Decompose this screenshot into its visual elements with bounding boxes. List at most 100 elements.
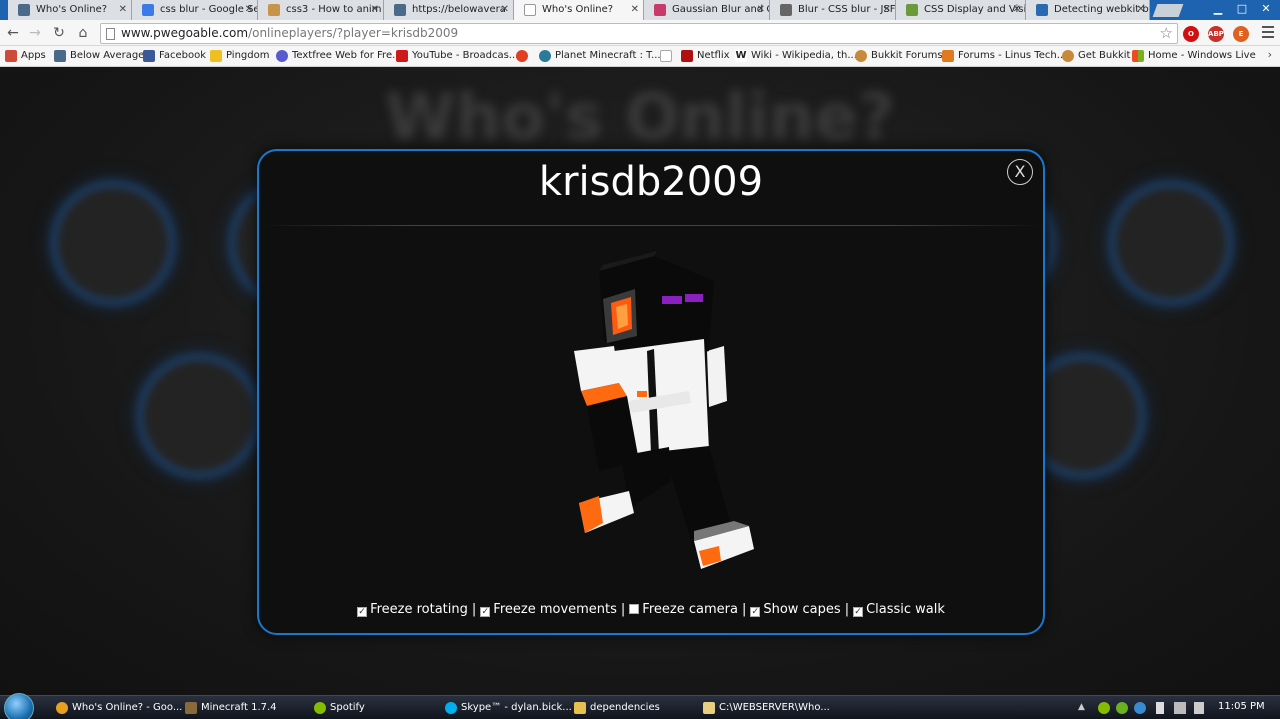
bookmark-windows-live[interactable]: Home - Windows Live bbox=[1132, 49, 1256, 63]
url-path: /onlineplayers/?player=krisdb2009 bbox=[248, 26, 459, 40]
home-button[interactable]: ⌂ bbox=[74, 24, 92, 42]
taskbar-item-spotify[interactable]: Spotify bbox=[312, 698, 365, 718]
bookmark-label: YouTube - Broadcas... bbox=[412, 50, 519, 61]
tray-icon[interactable] bbox=[1134, 702, 1146, 714]
option-label: Classic walk bbox=[866, 602, 945, 617]
bookmark-planet-minecraft[interactable]: Planet Minecraft : T... bbox=[539, 49, 661, 63]
browser-tab-active[interactable]: Who's Online? ✕ bbox=[514, 0, 644, 20]
checkbox-unchecked[interactable] bbox=[629, 604, 640, 614]
page-title-blurred: Who's Online? bbox=[384, 81, 896, 155]
browser-tab[interactable]: css3 - How to anim ✕ bbox=[258, 0, 384, 20]
back-button[interactable]: ← bbox=[4, 24, 22, 42]
player-modal: krisdb2009 X ✓ Freeze rotating | ✓ Freez… bbox=[257, 149, 1045, 635]
bookmark-pingdom[interactable]: Pingdom bbox=[210, 49, 269, 63]
close-tab-icon[interactable]: ✕ bbox=[119, 0, 127, 20]
tab-title: css3 - How to anim bbox=[286, 4, 382, 15]
browser-tab[interactable]: Who's Online? ✕ bbox=[8, 0, 132, 20]
browser-tab[interactable]: css blur - Google Se ✕ bbox=[132, 0, 258, 20]
taskbar-item-skype[interactable]: Skype™ - dylan.bick... bbox=[443, 698, 572, 718]
bookmark-apps[interactable]: Apps bbox=[5, 49, 46, 63]
bookmark-label: Apps bbox=[21, 50, 46, 61]
browser-tab[interactable]: CSS Display and Visi ✕ bbox=[896, 0, 1026, 20]
browser-tab[interactable]: Detecting webkit br ✕ bbox=[1026, 0, 1150, 20]
windows-icon bbox=[1132, 50, 1144, 62]
close-tab-icon[interactable]: ✕ bbox=[501, 0, 509, 20]
close-tab-icon[interactable]: ✕ bbox=[1013, 0, 1021, 20]
close-tab-icon[interactable]: ✕ bbox=[245, 0, 253, 20]
taskbar-item-chrome[interactable]: Who's Online? - Goo... bbox=[54, 698, 182, 718]
player-name: krisdb2009 bbox=[538, 159, 764, 205]
minimize-button[interactable]: ▁ bbox=[1206, 0, 1230, 20]
new-tab-button[interactable] bbox=[1152, 4, 1184, 17]
browser-tab[interactable]: https://belowavera ✕ bbox=[384, 0, 514, 20]
option-show-capes[interactable]: ✓ Show capes bbox=[750, 602, 841, 617]
address-bar[interactable]: www.pwegoable.com/onlineplayers/?player=… bbox=[100, 23, 1178, 44]
bookmark-below-average[interactable]: Below Average bbox=[54, 49, 144, 63]
option-freeze-camera[interactable]: Freeze camera bbox=[629, 602, 738, 617]
close-tab-icon[interactable]: ✕ bbox=[883, 0, 891, 20]
taskbar-label: dependencies bbox=[590, 702, 660, 713]
bookmark-facebook[interactable]: Facebook bbox=[143, 49, 206, 63]
bookmark-wikipedia[interactable]: W Wiki - Wikipedia, th... bbox=[735, 49, 857, 63]
spotify-tray-icon[interactable] bbox=[1098, 702, 1110, 714]
bookmark-linus-tech[interactable]: Forums - Linus Tech... bbox=[942, 49, 1066, 63]
tray-icon[interactable] bbox=[1116, 702, 1128, 714]
checkbox-checked[interactable]: ✓ bbox=[750, 607, 761, 617]
taskbar-item-minecraft[interactable]: Minecraft 1.7.4 bbox=[183, 698, 277, 718]
show-hidden-icons[interactable]: ▲ bbox=[1078, 702, 1090, 714]
option-freeze-rotating[interactable]: ✓ Freeze rotating bbox=[357, 602, 468, 617]
bookmark-bukkit-forums[interactable]: Bukkit Forums bbox=[855, 49, 943, 63]
tab-title: Who's Online? bbox=[36, 4, 108, 15]
close-modal-button[interactable]: X bbox=[1007, 159, 1033, 185]
player-avatar-blurred[interactable] bbox=[136, 353, 262, 479]
adblock-plus-icon[interactable]: ABP bbox=[1208, 26, 1224, 42]
checkbox-checked[interactable]: ✓ bbox=[853, 607, 864, 617]
option-classic-walk[interactable]: ✓ Classic walk bbox=[853, 602, 945, 617]
option-freeze-movements[interactable]: ✓ Freeze movements bbox=[480, 602, 617, 617]
pinterest-icon bbox=[654, 4, 666, 16]
forward-button[interactable]: → bbox=[26, 24, 44, 42]
browser-toolbar: ← → ↻ ⌂ www.pwegoable.com/onlineplayers/… bbox=[0, 20, 1280, 46]
stackoverflow-icon bbox=[268, 4, 280, 16]
flag-icon[interactable] bbox=[1156, 702, 1164, 714]
option-label: Freeze movements bbox=[493, 602, 617, 617]
player-avatar-blurred[interactable] bbox=[1108, 180, 1234, 306]
network-icon[interactable] bbox=[1174, 702, 1186, 714]
wikipedia-icon: W bbox=[735, 50, 747, 62]
close-window-button[interactable]: ✕ bbox=[1254, 0, 1278, 20]
bookmark-netflix[interactable]: Netflix bbox=[681, 49, 730, 63]
bookmark-label: Textfree Web for Fre... bbox=[292, 50, 402, 61]
volume-icon[interactable] bbox=[1194, 702, 1204, 714]
player-avatar-blurred[interactable] bbox=[50, 180, 176, 306]
clock[interactable]: 11:05 PM bbox=[1218, 701, 1265, 712]
bookmark-label: Bukkit Forums bbox=[871, 50, 943, 61]
chrome-menu-icon[interactable] bbox=[1262, 26, 1274, 40]
separator: | bbox=[844, 602, 850, 617]
close-tab-icon[interactable]: ✕ bbox=[371, 0, 379, 20]
taskbar-item-explorer[interactable]: dependencies bbox=[572, 698, 660, 718]
facebook-icon bbox=[143, 50, 155, 62]
taskbar-item-notepad[interactable]: C:\WEBSERVER\Who... bbox=[701, 698, 830, 718]
extension-icon[interactable]: E bbox=[1233, 26, 1249, 42]
close-tab-icon[interactable]: ✕ bbox=[1137, 0, 1145, 20]
more-bookmarks-icon[interactable]: › bbox=[1268, 48, 1272, 61]
google-icon bbox=[142, 4, 154, 16]
maximize-button[interactable]: □ bbox=[1230, 0, 1254, 20]
bookmark-get-bukkit[interactable]: Get Bukkit bbox=[1062, 49, 1130, 63]
browser-tab[interactable]: Blur - CSS blur - JSF ✕ bbox=[770, 0, 896, 20]
bookmark-textfree[interactable]: Textfree Web for Fre... bbox=[276, 49, 402, 63]
close-tab-icon[interactable]: ✕ bbox=[757, 0, 765, 20]
reload-button[interactable]: ↻ bbox=[50, 24, 68, 42]
start-button[interactable] bbox=[4, 693, 34, 719]
browser-tab[interactable]: Gaussian Blur and C ✕ bbox=[644, 0, 770, 20]
bookmark-youtube[interactable]: YouTube - Broadcas... bbox=[396, 49, 518, 63]
option-label: Freeze camera bbox=[642, 602, 738, 617]
bookmark-label: Forums - Linus Tech... bbox=[958, 50, 1067, 61]
checkbox-checked[interactable]: ✓ bbox=[357, 607, 368, 617]
checkbox-checked[interactable]: ✓ bbox=[480, 607, 491, 617]
player-skin-render[interactable] bbox=[559, 251, 759, 581]
close-tab-icon[interactable]: ✕ bbox=[631, 0, 639, 20]
bookmark-label: Netflix bbox=[697, 50, 730, 61]
opera-extension-icon[interactable]: O bbox=[1183, 26, 1199, 42]
bookmark-star-icon[interactable]: ☆ bbox=[1160, 24, 1173, 42]
